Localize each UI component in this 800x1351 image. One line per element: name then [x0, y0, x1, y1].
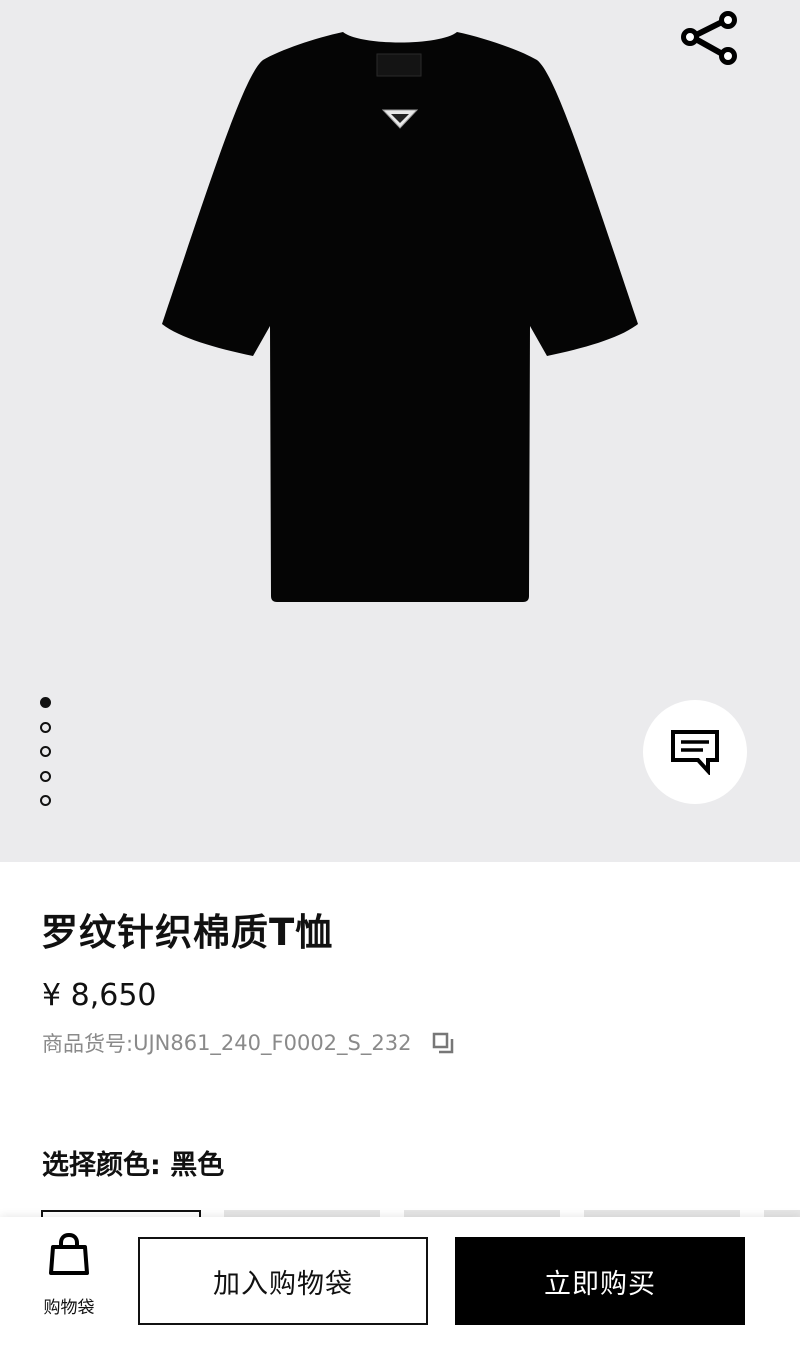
product-title: 罗纹针织棉质T恤 [41, 911, 334, 954]
pagination-dot-3[interactable] [40, 746, 51, 757]
shopping-bag-button[interactable]: 购物袋 [34, 1233, 104, 1333]
pagination-dot-5[interactable] [40, 795, 51, 806]
chat-button[interactable] [643, 700, 747, 804]
bottom-action-bar: 购物袋 加入购物袋 立即购买 [0, 1217, 800, 1351]
copy-icon[interactable] [431, 1031, 455, 1055]
shopping-bag-label: 购物袋 [43, 1298, 95, 1318]
product-image-gallery[interactable] [0, 0, 800, 862]
buy-now-button[interactable]: 立即购买 [455, 1237, 745, 1325]
pagination-dot-1[interactable] [40, 697, 51, 708]
sku-value: UJN861_240_F0002_S_232 [133, 1031, 412, 1055]
add-to-bag-button[interactable]: 加入购物袋 [138, 1237, 428, 1325]
product-info: 罗纹针织棉质T恤 ¥ 8,650 商品货号: UJN861_240_F0002_… [0, 862, 800, 1222]
gallery-pagination [40, 697, 54, 820]
pagination-dot-2[interactable] [40, 721, 51, 733]
product-price: ¥ 8,650 [42, 978, 157, 1013]
color-selection-label: 选择颜色: 黑色 [42, 1150, 225, 1181]
shopping-bag-icon [49, 1233, 89, 1275]
product-image [162, 32, 638, 602]
chat-bubble-icon [671, 730, 719, 775]
sku-label: 商品货号: [42, 1032, 134, 1056]
share-button[interactable] [676, 8, 744, 68]
share-icon [681, 11, 737, 65]
product-sku: 商品货号: UJN861_240_F0002_S_232 [42, 1028, 455, 1058]
pagination-dot-4[interactable] [40, 770, 51, 782]
